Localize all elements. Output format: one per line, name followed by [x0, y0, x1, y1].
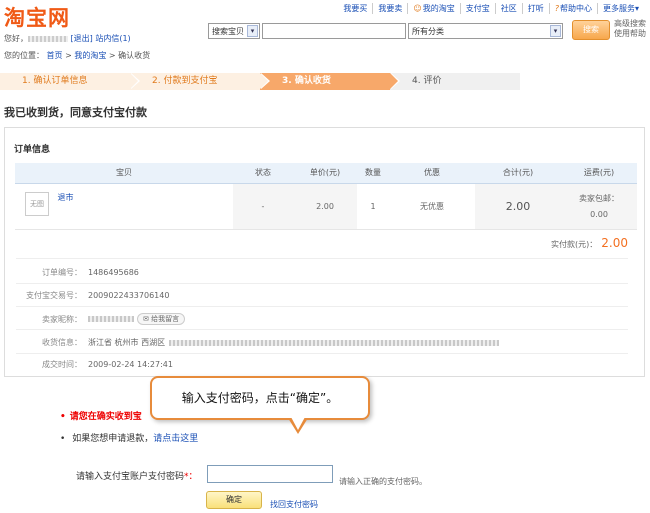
step-confirm-receipt: 3. 确认收货 — [260, 73, 400, 90]
order-table: 宝贝 状态 单价(元) 数量 优惠 合计(元) 运费(元) 无图 退市 - 2.… — [15, 163, 637, 230]
col-subtotal: 合计(元) — [475, 163, 561, 184]
item-subtotal: 2.00 — [475, 183, 561, 230]
divider — [16, 353, 628, 354]
messages-link[interactable]: 站内信(1) — [95, 34, 130, 43]
deal-time-row: 成交时间： 2009-02-24 14:27:41 — [42, 360, 173, 369]
confirm-button[interactable]: 确定 — [206, 491, 262, 509]
password-label: 请输入支付宝账户支付密码*： — [76, 472, 198, 482]
col-price: 单价(元) — [293, 163, 357, 184]
item-shipping-cell: 卖家包邮： 0.00 — [561, 183, 637, 230]
step-confirm-order: 1. 确认订单信息 — [0, 73, 140, 90]
breadcrumb-home[interactable]: 首页 — [47, 51, 63, 60]
search-help-link[interactable]: 使用帮助 — [614, 29, 646, 39]
item-cell: 无图 退市 — [15, 183, 233, 230]
item-shipping: 0.00 — [590, 210, 608, 219]
password-input[interactable] — [207, 465, 333, 483]
total-amount: 实付款(元)： 2.00 — [551, 236, 628, 250]
seller-name-blurred — [88, 316, 134, 322]
nav-sell[interactable]: 我要卖 — [372, 3, 407, 14]
order-section-title: 订单信息 — [14, 145, 51, 155]
seller-row: 卖家昵称： ✉ 给我留言 — [22, 313, 186, 325]
table-header-row: 宝贝 状态 单价(元) 数量 优惠 合计(元) 运费(元) — [15, 163, 637, 184]
table-row: 无图 退市 - 2.00 1 无优惠 2.00 卖家包邮： 0.00 — [15, 183, 637, 230]
divider — [16, 258, 628, 259]
top-nav: 我要买 我要卖 ☺我的淘宝 支付宝 社区 打听 ?帮助中心 更多服务▾ — [338, 3, 644, 14]
item-price: 2.00 — [293, 183, 357, 230]
search-bar: 搜索宝贝 ▾ 所有分类 ▾ — [208, 22, 563, 40]
step-rate: 4. 评价 — [390, 73, 520, 90]
nav-buy[interactable]: 我要买 — [338, 3, 372, 14]
nav-alipay[interactable]: 支付宝 — [459, 3, 495, 14]
leave-message-button[interactable]: ✉ 给我留言 — [137, 313, 186, 325]
taobao-logo[interactable]: 淘宝网 — [4, 2, 70, 32]
refund-link[interactable]: 请点击这里 — [153, 434, 198, 444]
col-status: 状态 — [233, 163, 293, 184]
nav-ask[interactable]: 打听 — [521, 3, 549, 14]
chevron-down-icon: ▾ — [247, 25, 258, 37]
breadcrumb-current: 确认收货 — [118, 51, 151, 60]
instruction-tooltip: 输入支付密码，点击“确定”。 — [150, 376, 370, 420]
find-password-link[interactable]: 找回支付密码 — [270, 499, 318, 510]
divider — [16, 283, 628, 284]
search-extra-links: 高级搜索 使用帮助 — [614, 19, 646, 39]
address-row: 收货信息： 浙江省 杭州市 西湖区 — [22, 337, 500, 348]
greeting: 您好， [退出] 站内信(1) — [4, 34, 131, 43]
item-status: - — [233, 183, 293, 230]
divider — [16, 306, 628, 307]
order-number-row: 订单编号： 1486495686 — [42, 268, 139, 277]
password-hint: 请输入正确的支付密码。 — [339, 477, 427, 486]
breadcrumb: 您的位置： 首页 > 我的淘宝 > 确认收货 — [4, 51, 151, 60]
advanced-search-link[interactable]: 高级搜索 — [614, 19, 646, 29]
chevron-down-icon: ▾ — [550, 25, 561, 37]
nav-more[interactable]: 更多服务▾ — [596, 3, 644, 14]
item-name-link[interactable]: 退市 — [58, 193, 74, 202]
nav-community[interactable]: 社区 — [494, 3, 522, 14]
nav-help[interactable]: ?帮助中心 — [548, 3, 597, 14]
smile-icon: ☺ — [413, 4, 422, 13]
username-blurred — [28, 35, 68, 42]
search-type-select[interactable]: 搜索宝贝 ▾ — [208, 23, 260, 39]
help-icon: ? — [554, 4, 559, 13]
chat-icon: ✉ — [143, 315, 149, 323]
alipay-number-row: 支付宝交易号： 2009022433706140 — [26, 291, 170, 300]
breadcrumb-mytaobao[interactable]: 我的淘宝 — [74, 51, 106, 60]
logout-link[interactable]: [退出] — [71, 34, 93, 43]
refund-notice: 如果您想申请退款，请点击这里 — [60, 431, 198, 444]
divider — [16, 329, 628, 330]
search-button[interactable]: 搜索 — [572, 20, 610, 40]
address-blurred — [169, 339, 500, 346]
item-discount: 无优惠 — [389, 183, 475, 230]
col-item: 宝贝 — [15, 163, 233, 184]
chevron-down-icon: ▾ — [634, 4, 639, 13]
receipt-warning: 请您在确实收到宝 — [60, 409, 142, 422]
col-qty: 数量 — [357, 163, 389, 184]
col-shipping: 运费(元) — [561, 163, 637, 184]
progress-steps: 1. 确认订单信息 2. 付款到支付宝 3. 确认收货 4. 评价 — [0, 73, 520, 90]
item-thumbnail[interactable]: 无图 — [25, 191, 49, 216]
category-select[interactable]: 所有分类 ▾ — [408, 23, 563, 39]
nav-mytaobao[interactable]: ☺我的淘宝 — [407, 3, 459, 14]
col-discount: 优惠 — [389, 163, 475, 184]
tooltip-tail-inner — [291, 417, 305, 430]
step-pay-alipay: 2. 付款到支付宝 — [130, 73, 270, 90]
page-title: 我已收到货，同意支付宝付款 — [4, 106, 147, 119]
search-input[interactable] — [262, 23, 406, 39]
item-qty: 1 — [357, 183, 389, 230]
total-value: 2.00 — [601, 236, 628, 250]
